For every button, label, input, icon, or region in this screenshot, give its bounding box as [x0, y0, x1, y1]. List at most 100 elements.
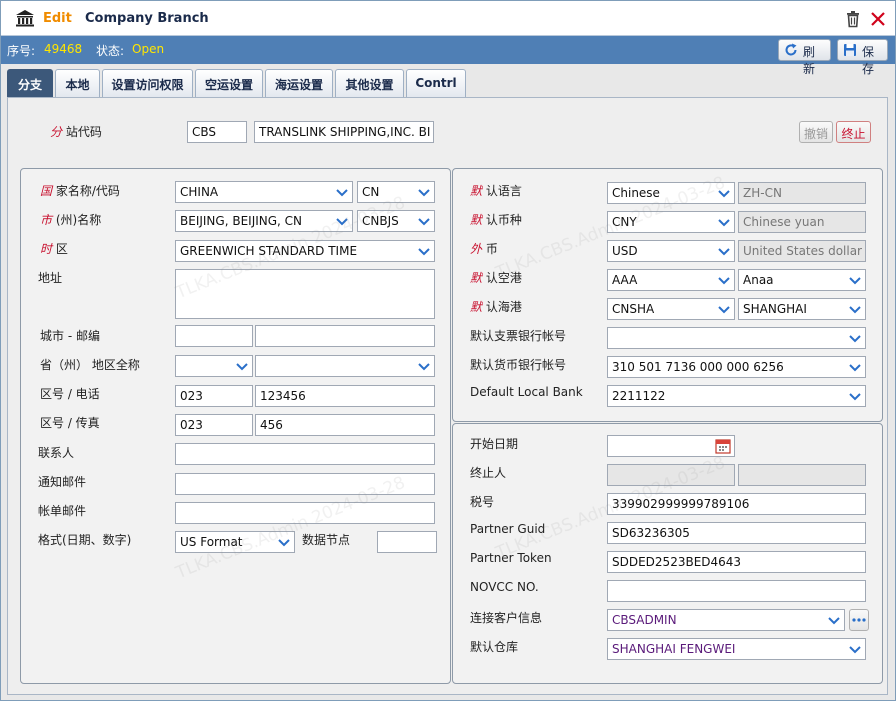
- tax-input[interactable]: 339902999999789106: [607, 493, 866, 515]
- phone-number-input[interactable]: 123456: [255, 385, 435, 407]
- chevron-down-icon: [278, 539, 290, 547]
- airport-select[interactable]: AAA: [607, 269, 735, 291]
- local-bank-label: Default Local Bank: [470, 385, 583, 399]
- city-zip-label: 城市 - 邮编: [40, 329, 100, 343]
- close-icon[interactable]: [869, 10, 887, 28]
- format-select[interactable]: US Format: [175, 531, 295, 553]
- province-label: 省（州） 地区全称: [40, 358, 140, 372]
- chevron-down-icon: [849, 393, 861, 401]
- station-name-input[interactable]: TRANSLINK SHIPPING,INC. BI: [254, 121, 434, 143]
- decimal-input[interactable]: [377, 531, 437, 553]
- partner-guid-label: Partner Guid: [470, 522, 546, 536]
- airport-label: 默 认空港: [470, 271, 522, 285]
- chevron-down-icon: [718, 277, 730, 285]
- seq-value: 49468: [44, 42, 83, 56]
- chevron-down-icon: [336, 189, 348, 197]
- timezone-label: 时 区: [40, 242, 68, 256]
- chevron-down-icon: [236, 363, 248, 371]
- tab-air-settings[interactable]: 空运设置: [195, 69, 263, 97]
- address-section: 国 家名称/代码 CHINA CN 市 (州)名称 BEIJING, BEIJI…: [20, 168, 451, 684]
- partner-token-input[interactable]: SDDED2523BED4643: [607, 551, 866, 573]
- bank-icon: [16, 10, 34, 27]
- save-button[interactable]: 保存: [837, 39, 888, 76]
- airport-name-select[interactable]: Anaa: [738, 269, 866, 291]
- warehouse-select[interactable]: SHANGHAI FENGWEI: [607, 638, 866, 660]
- bill-email-input[interactable]: [175, 502, 435, 524]
- decimal-label: 数据节点: [302, 533, 351, 547]
- fax-area-input[interactable]: 023: [175, 414, 253, 436]
- tab-local[interactable]: 本地: [55, 69, 100, 97]
- cancel-button[interactable]: 撤销: [799, 121, 833, 143]
- warehouse-label: 默认仓库: [470, 640, 519, 654]
- calendar-icon[interactable]: [715, 438, 731, 454]
- contact-input[interactable]: [175, 443, 435, 465]
- partner-guid-input[interactable]: SD63236305: [607, 522, 866, 544]
- seaport-label: 默 认海港: [470, 300, 522, 314]
- phone-area-input[interactable]: 023: [175, 385, 253, 407]
- trash-icon[interactable]: [844, 10, 862, 28]
- province-name-select[interactable]: [255, 355, 435, 377]
- chevron-down-icon: [849, 646, 861, 654]
- chevron-down-icon: [718, 190, 730, 198]
- customer-link-select[interactable]: CBSADMIN: [607, 609, 845, 631]
- status-label: 状态:: [96, 44, 125, 58]
- province-code-select[interactable]: [175, 355, 253, 377]
- city-select[interactable]: BEIJING, BEIJING, CN: [175, 210, 353, 232]
- chevron-down-icon: [849, 306, 861, 314]
- chevron-down-icon: [849, 277, 861, 285]
- seaport-select[interactable]: CNSHA: [607, 298, 735, 320]
- tab-sea-settings[interactable]: 海运设置: [265, 69, 333, 97]
- station-code-input[interactable]: CBS: [187, 121, 247, 143]
- language-code-field: ZH-CN: [738, 182, 866, 204]
- seaport-name-select[interactable]: SHANGHAI: [738, 298, 866, 320]
- check-bank-select[interactable]: [607, 327, 866, 349]
- terminator-field: [607, 464, 735, 486]
- defaults-section: 默 认语言 Chinese ZH-CN 默 认币种 CNY Chinese yu…: [452, 168, 883, 422]
- timezone-select[interactable]: GREENWICH STANDARD TIME: [175, 240, 435, 262]
- refresh-label: 刷新: [803, 45, 816, 76]
- foreign-currency-name-field: United States dollar: [738, 240, 866, 262]
- currency-bank-select[interactable]: 310 501 7136 000 000 6256: [607, 356, 866, 378]
- tab-access-permissions[interactable]: 设置访问权限: [102, 69, 193, 97]
- edit-window: Edit Company Branch 序号: 49468 状态: Open 刷…: [0, 0, 896, 701]
- refresh-button[interactable]: 刷新: [778, 39, 831, 76]
- local-bank-select[interactable]: 2211122: [607, 385, 866, 407]
- stop-button[interactable]: 终止: [836, 121, 871, 143]
- check-bank-label: 默认支票银行帐号: [470, 329, 567, 343]
- start-date-input[interactable]: [607, 435, 735, 457]
- fax-label: 区号 / 传真: [40, 416, 100, 430]
- customer-link-label: 连接客户信息: [470, 611, 543, 625]
- zip-input[interactable]: [255, 325, 435, 347]
- save-label: 保存: [862, 45, 875, 76]
- notify-email-input[interactable]: [175, 473, 435, 495]
- country-select[interactable]: CHINA: [175, 181, 353, 203]
- currency-select[interactable]: CNY: [607, 211, 735, 233]
- novcc-input[interactable]: [607, 580, 866, 602]
- window-title: Company Branch: [85, 11, 209, 26]
- title-bar: Edit Company Branch: [1, 1, 895, 36]
- chevron-down-icon: [418, 248, 430, 256]
- tab-control[interactable]: Contrl: [406, 69, 466, 97]
- more-button[interactable]: [849, 609, 869, 631]
- terminator-label: 终止人: [470, 466, 507, 480]
- chevron-down-icon: [718, 219, 730, 227]
- country-code-select[interactable]: CN: [357, 181, 435, 203]
- foreign-currency-select[interactable]: USD: [607, 240, 735, 262]
- city-code-select[interactable]: CNBJS: [357, 210, 435, 232]
- terminator-name-field: [738, 464, 866, 486]
- title-mode: Edit: [43, 11, 72, 26]
- city-input[interactable]: [175, 325, 253, 347]
- address-label: 地址: [38, 271, 63, 285]
- notify-email-label: 通知邮件: [38, 475, 87, 489]
- start-date-label: 开始日期: [470, 437, 519, 451]
- partner-token-label: Partner Token: [470, 551, 552, 565]
- language-select[interactable]: Chinese: [607, 182, 735, 204]
- chevron-down-icon: [418, 218, 430, 226]
- info-bar: 序号: 49468 状态: Open 刷新 保存: [1, 36, 895, 76]
- chevron-down-icon: [336, 218, 348, 226]
- tab-other-settings[interactable]: 其他设置: [335, 69, 404, 97]
- tab-branch[interactable]: 分支: [7, 69, 53, 97]
- chevron-down-icon: [849, 364, 861, 372]
- address-textarea[interactable]: [175, 269, 435, 319]
- fax-number-input[interactable]: 456: [255, 414, 435, 436]
